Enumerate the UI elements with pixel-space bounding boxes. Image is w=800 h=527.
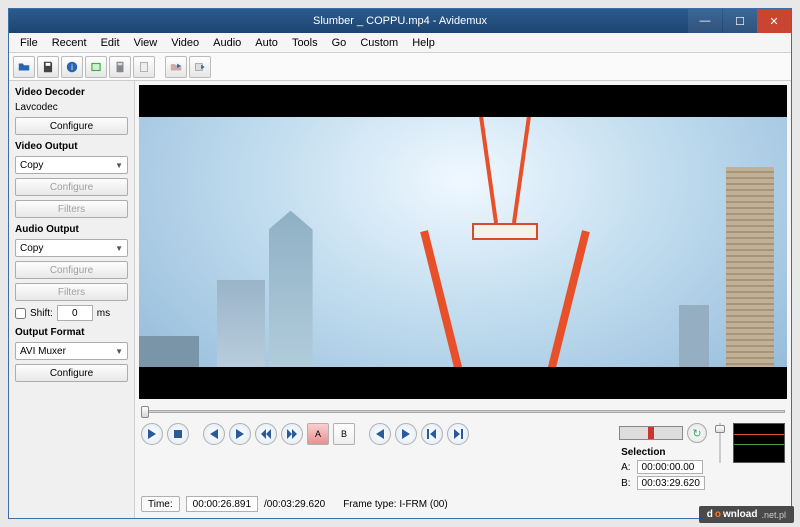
selection-label: Selection [621, 447, 705, 458]
info-button[interactable]: i [61, 56, 83, 78]
open-button[interactable] [13, 56, 35, 78]
prev-black-button[interactable] [369, 423, 391, 445]
video-configure-button: Configure [15, 178, 128, 196]
output-format-label: Output Format [15, 327, 128, 338]
transport-panel: A B ↻ [135, 399, 791, 518]
menu-help[interactable]: Help [405, 35, 442, 51]
menu-view[interactable]: View [127, 35, 165, 51]
save-video-button[interactable] [85, 56, 107, 78]
video-decoder-label: Video Decoder [15, 87, 128, 98]
shift-unit: ms [97, 308, 110, 319]
output-format-value: AVI Muxer [20, 346, 66, 357]
frame-type: Frame type: I-FRM (00) [343, 499, 447, 510]
set-marker-a-button[interactable]: A [307, 423, 329, 445]
save-button[interactable] [37, 56, 59, 78]
playback-controls: A B [141, 423, 469, 445]
menu-go[interactable]: Go [325, 35, 354, 51]
goto-start-button[interactable] [421, 423, 443, 445]
menu-file[interactable]: File [13, 35, 45, 51]
format-configure-button[interactable]: Configure [15, 364, 128, 382]
menu-edit[interactable]: Edit [94, 35, 127, 51]
sel-b-value: 00:03:29.620 [637, 476, 705, 490]
menubar: File Recent Edit View Video Audio Auto T… [9, 33, 791, 53]
audio-scope [733, 423, 785, 463]
close-button[interactable]: ✕ [757, 9, 791, 33]
audio-output-value: Copy [20, 243, 43, 254]
video-output-combo[interactable]: Copy ▼ [15, 156, 128, 174]
time-row: Time: 00:00:26.891 /00:03:29.620 Frame t… [141, 496, 785, 512]
content: Video Decoder Lavcodec Configure Video O… [9, 81, 791, 518]
audio-output-label: Audio Output [15, 224, 128, 235]
jog-wheel[interactable] [619, 426, 683, 440]
video-preview[interactable] [139, 85, 787, 399]
menu-recent[interactable]: Recent [45, 35, 94, 51]
sidebar: Video Decoder Lavcodec Configure Video O… [9, 81, 135, 518]
calculator-button[interactable] [109, 56, 131, 78]
menu-auto[interactable]: Auto [248, 35, 285, 51]
menu-video[interactable]: Video [164, 35, 206, 51]
audio-configure-button: Configure [15, 261, 128, 279]
next-keyframe-button[interactable] [281, 423, 303, 445]
audio-filters-button: Filters [15, 283, 128, 301]
time-current[interactable]: 00:00:26.891 [186, 496, 258, 512]
prev-keyframe-button[interactable] [255, 423, 277, 445]
menu-audio[interactable]: Audio [206, 35, 248, 51]
set-marker-b-button[interactable]: B [333, 423, 355, 445]
project-open-button[interactable] [165, 56, 187, 78]
script-button[interactable] [133, 56, 155, 78]
next-frame-button[interactable] [229, 423, 251, 445]
next-black-button[interactable] [395, 423, 417, 445]
menu-tools[interactable]: Tools [285, 35, 325, 51]
sel-a-label: A: [621, 462, 630, 473]
maximize-button[interactable]: ☐ [723, 9, 757, 33]
shift-checkbox[interactable] [15, 308, 26, 319]
audio-shift-row: Shift: ms [15, 305, 128, 321]
minimize-button[interactable]: ― [688, 9, 722, 33]
tower-graphic [450, 110, 560, 399]
time-total: /00:03:29.620 [264, 499, 325, 510]
window-title: Slumber _ COPPU.mp4 - Avidemux [9, 15, 791, 27]
svg-text:i: i [71, 62, 73, 71]
sel-b-label: B: [621, 478, 630, 489]
chevron-down-icon: ▼ [115, 347, 123, 356]
goto-end-button[interactable] [447, 423, 469, 445]
scrubber-thumb[interactable] [141, 406, 149, 418]
menu-custom[interactable]: Custom [353, 35, 405, 51]
video-filters-button: Filters [15, 200, 128, 218]
window-buttons: ― ☐ ✕ [687, 9, 791, 33]
project-save-button[interactable] [189, 56, 211, 78]
shift-spinner[interactable] [57, 305, 93, 321]
shift-label: Shift: [30, 308, 53, 319]
decoder-codec: Lavcodec [15, 102, 128, 113]
decoder-configure-button[interactable]: Configure [15, 117, 128, 135]
chevron-down-icon: ▼ [115, 161, 123, 170]
stop-button[interactable] [167, 423, 189, 445]
play-button[interactable] [141, 423, 163, 445]
audio-output-combo[interactable]: Copy ▼ [15, 239, 128, 257]
watermark-badge: download.net.pl [699, 506, 794, 523]
sel-a-value: 00:00:00.00 [637, 460, 703, 474]
app-window: Slumber _ COPPU.mp4 - Avidemux ― ☐ ✕ Fil… [8, 8, 792, 519]
prev-frame-button[interactable] [203, 423, 225, 445]
selection-panel: Selection A: 00:00:00.00 B: 00:03:29.620 [621, 447, 705, 490]
time-label: Time: [141, 496, 180, 512]
video-output-value: Copy [20, 160, 43, 171]
chevron-down-icon: ▼ [115, 244, 123, 253]
titlebar: Slumber _ COPPU.mp4 - Avidemux ― ☐ ✕ [9, 9, 791, 33]
volume-slider[interactable] [715, 423, 725, 463]
video-area: A B ↻ [135, 81, 791, 518]
video-output-label: Video Output [15, 141, 128, 152]
timeline-scrubber[interactable] [141, 405, 785, 417]
reset-jog-button[interactable]: ↻ [687, 423, 707, 443]
output-format-combo[interactable]: AVI Muxer ▼ [15, 342, 128, 360]
toolbar: i [9, 53, 791, 81]
